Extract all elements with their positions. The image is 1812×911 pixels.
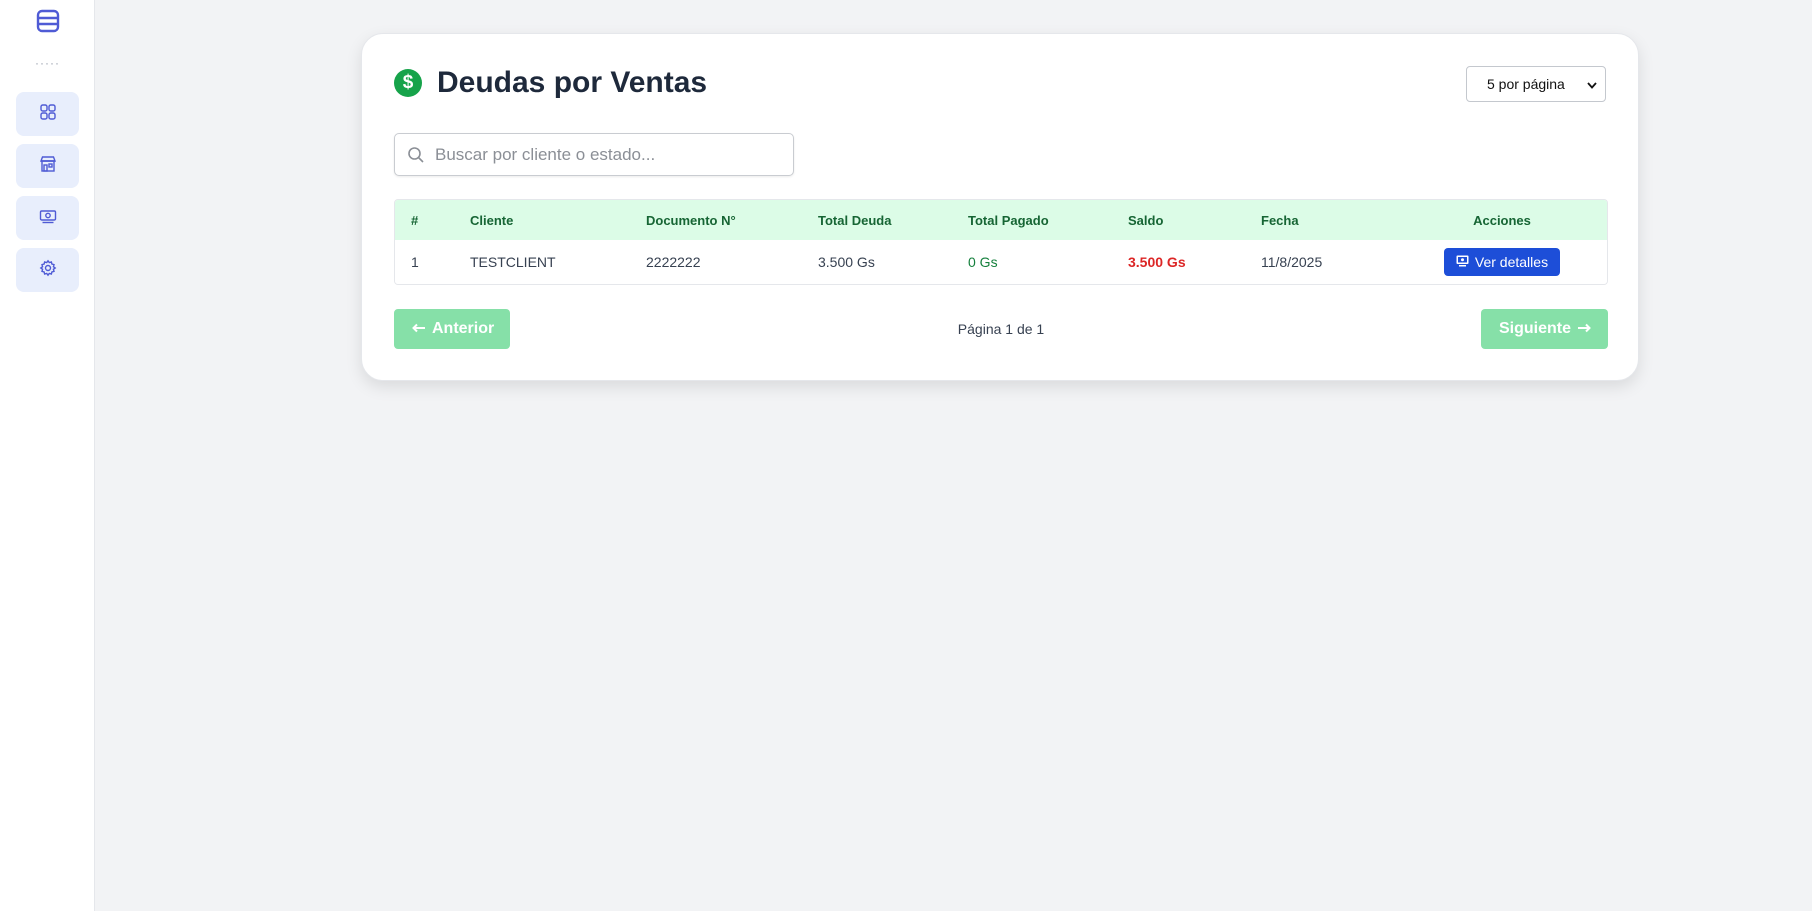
cell-number: 1: [411, 254, 419, 270]
search-input[interactable]: [435, 144, 775, 165]
col-header-acciones: Acciones: [1473, 212, 1531, 228]
chevron-down-icon: [1587, 76, 1597, 92]
col-header-fecha: Fecha: [1261, 212, 1299, 228]
arrow-right-icon: [1577, 320, 1591, 338]
col-header-documento: Documento N°: [646, 212, 736, 228]
cell-documento: 2222222: [646, 254, 701, 270]
hamburger-menu-icon[interactable]: [35, 8, 61, 34]
ver-detalles-label: Ver detalles: [1474, 254, 1549, 270]
grid-icon: [39, 103, 57, 126]
search-icon: [407, 145, 427, 165]
search-box: [394, 133, 794, 176]
page-header: $ Deudas por Ventas: [394, 66, 707, 100]
col-header-saldo: Saldo: [1128, 212, 1164, 228]
page-indicator: Página 1 de 1: [957, 321, 1045, 337]
debts-card: $ Deudas por Ventas 5 por página # Clien…: [361, 33, 1639, 381]
ver-detalles-button[interactable]: Ver detalles: [1443, 248, 1561, 276]
col-header-number: #: [411, 212, 419, 228]
pagination: Anterior Página 1 de 1 Siguiente: [394, 309, 1608, 349]
sidebar-item-settings[interactable]: [16, 248, 79, 292]
cell-saldo: 3.500 Gs: [1128, 254, 1186, 270]
table-header-row: # Cliente Documento N° Total Deuda Total…: [395, 200, 1607, 240]
store-icon: [39, 155, 57, 178]
sidebar-divider: ·····: [35, 56, 60, 70]
dollar-circle-icon: $: [394, 69, 422, 97]
cell-cliente: TESTCLIENT: [470, 254, 556, 270]
col-header-cliente: Cliente: [470, 212, 514, 228]
cell-fecha: 11/8/2025: [1261, 254, 1323, 270]
cell-total-pagado: 0 Gs: [968, 254, 998, 270]
next-page-label: Siguiente: [1499, 320, 1572, 337]
debts-table: # Cliente Documento N° Total Deuda Total…: [394, 199, 1608, 285]
per-page-select[interactable]: 5 por página: [1466, 66, 1606, 102]
table-row: 1 TESTCLIENT 2222222 3.500 Gs 0 Gs 3.500…: [395, 240, 1607, 284]
per-page-value: 5 por página: [1487, 76, 1565, 92]
col-header-total-deuda: Total Deuda: [818, 212, 892, 228]
monitor-icon: [1456, 254, 1469, 270]
cell-total-deuda: 3.500 Gs: [818, 254, 875, 270]
next-page-button[interactable]: Siguiente: [1481, 309, 1608, 349]
sidebar: ·····: [0, 0, 95, 911]
gear-icon: [39, 259, 57, 282]
sidebar-item-dashboard[interactable]: [16, 92, 79, 136]
page-title: Deudas por Ventas: [437, 66, 708, 99]
sidebar-item-sales-debts[interactable]: [16, 196, 79, 240]
col-header-total-pagado: Total Pagado: [968, 212, 1049, 228]
sidebar-item-store[interactable]: [16, 144, 79, 188]
cell-acciones: Ver detalles: [1395, 240, 1607, 284]
money-icon: [39, 207, 57, 230]
